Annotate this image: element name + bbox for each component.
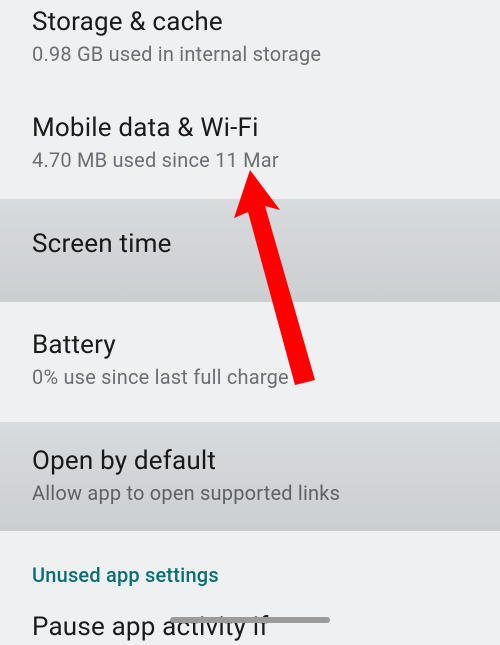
row-mobile-data-wifi[interactable]: Mobile data & Wi-Fi 4.70 MB used since 1… [0,88,500,194]
gesture-handle-icon [170,617,330,623]
row-title: Open by default [32,445,468,479]
row-screen-time[interactable]: Screen time [0,194,500,296]
row-title: Storage & cache [32,6,468,40]
row-open-by-default[interactable]: Open by default Allow app to open suppor… [0,411,500,527]
settings-list: Storage & cache 0.98 GB used in internal… [0,0,500,645]
row-battery[interactable]: Battery 0% use since last full charge [0,295,500,411]
row-subtitle: 0.98 GB used in internal storage [32,42,468,66]
section-unused-app-settings: Unused app settings [0,527,500,605]
row-title: Screen time [32,228,468,262]
row-subtitle: Allow app to open supported links [32,481,468,505]
row-storage-cache[interactable]: Storage & cache 0.98 GB used in internal… [0,0,500,88]
row-title: Battery [32,329,468,363]
row-pause-app-activity[interactable]: Pause app activity if [0,605,500,645]
row-title: Mobile data & Wi-Fi [32,112,468,146]
row-subtitle: 4.70 MB used since 11 Mar [32,148,468,172]
row-subtitle: 0% use since last full charge [32,365,468,389]
